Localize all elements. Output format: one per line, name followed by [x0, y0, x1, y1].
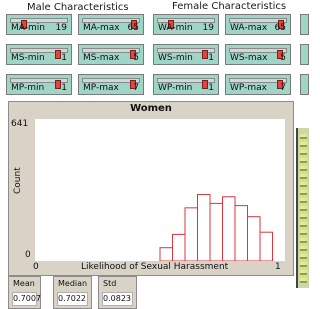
slider-wp-min[interactable]: WP-min 1 — [153, 74, 219, 95]
y-min-label: 0 — [25, 250, 31, 260]
female-section-label: Female Characteristics — [172, 1, 287, 12]
histogram-bar — [259, 231, 273, 262]
x-axis-label: Likelihood of Sexual Harassment — [81, 262, 229, 272]
slider-label: MP-min — [11, 83, 45, 93]
histogram-bar — [209, 202, 223, 262]
histogram-bar — [247, 216, 261, 262]
slider-value: 1 — [208, 83, 214, 93]
slider-label: MA-min — [11, 23, 45, 33]
histogram-plot: Women 641 0 Count 0 Likelihood of Sexual… — [8, 101, 294, 276]
partial-widget-right[interactable] — [300, 44, 309, 65]
slider-ma-min[interactable]: MA-min 19 — [6, 14, 72, 35]
slider-ws-max[interactable]: WS-max 5 — [225, 44, 291, 65]
slider-label: WS-max — [230, 53, 268, 63]
slider-label: WP-max — [230, 83, 267, 93]
slider-value: 1 — [61, 53, 67, 63]
world-view-partial[interactable] — [296, 128, 309, 288]
monitor-std: Std 0.0823 — [98, 276, 137, 309]
slider-wp-max[interactable]: WP-max 7 — [225, 74, 291, 95]
partial-widget-right[interactable] — [300, 74, 309, 95]
slider-value: 1 — [61, 83, 67, 93]
slider-mp-min[interactable]: MP-min 1 — [6, 74, 72, 95]
monitor-label: Median — [58, 279, 88, 288]
slider-knob[interactable] — [55, 80, 61, 89]
slider-label: MS-max — [83, 53, 120, 63]
slider-ms-min[interactable]: MS-min 1 — [6, 44, 72, 65]
slider-label: WA-max — [230, 23, 268, 33]
x-min-label: 0 — [33, 262, 39, 272]
histogram-bar — [222, 196, 236, 262]
slider-ma-max[interactable]: MA-max 65 — [78, 14, 144, 35]
histogram-svg — [159, 194, 273, 262]
male-section-label: Male Characteristics — [27, 2, 129, 13]
slider-value: 19 — [202, 23, 214, 33]
slider-label: MS-min — [11, 53, 45, 63]
slider-label: MA-max — [83, 23, 120, 33]
slider-value: 5 — [133, 53, 139, 63]
histogram-bar — [184, 207, 198, 262]
x-max-label: 1 — [275, 262, 281, 272]
slider-label: MP-max — [83, 83, 119, 93]
monitor-label: Std — [103, 279, 117, 288]
slider-value: 65 — [127, 23, 139, 33]
slider-knob[interactable] — [202, 80, 208, 89]
partial-widget-right[interactable] — [300, 14, 309, 35]
slider-value: 65 — [274, 23, 286, 33]
slider-knob[interactable] — [55, 50, 61, 59]
slider-mp-max[interactable]: MP-max 7 — [78, 74, 144, 95]
histogram-bar — [159, 247, 173, 262]
monitor-label: Mean — [13, 279, 35, 288]
monitor-value: 0.7022 — [57, 292, 88, 306]
monitor-value: 0.7007 — [12, 292, 41, 306]
slider-knob[interactable] — [202, 50, 208, 59]
histogram-bar — [172, 233, 186, 262]
histogram-bar — [234, 205, 248, 262]
plot-area — [35, 119, 285, 262]
slider-wa-min[interactable]: WA-min 19 — [153, 14, 219, 35]
slider-value: 5 — [280, 53, 286, 63]
y-axis-label: Count — [13, 167, 23, 194]
slider-value: 1 — [208, 53, 214, 63]
slider-wa-max[interactable]: WA-max 65 — [225, 14, 291, 35]
slider-label: WA-min — [158, 23, 193, 33]
slider-value: 7 — [133, 83, 139, 93]
y-max-label: 641 — [11, 119, 29, 129]
slider-ws-min[interactable]: WS-min 1 — [153, 44, 219, 65]
slider-label: WP-min — [158, 83, 193, 93]
plot-title: Women — [130, 103, 172, 114]
monitor-mean: Mean 0.7007 — [8, 276, 41, 309]
slider-value: 7 — [280, 83, 286, 93]
slider-label: WS-min — [158, 53, 193, 63]
slider-value: 19 — [55, 23, 67, 33]
monitor-median: Median 0.7022 — [53, 276, 92, 309]
slider-ms-max[interactable]: MS-max 5 — [78, 44, 144, 65]
histogram-bar — [197, 194, 211, 262]
monitor-value: 0.0823 — [102, 292, 133, 306]
